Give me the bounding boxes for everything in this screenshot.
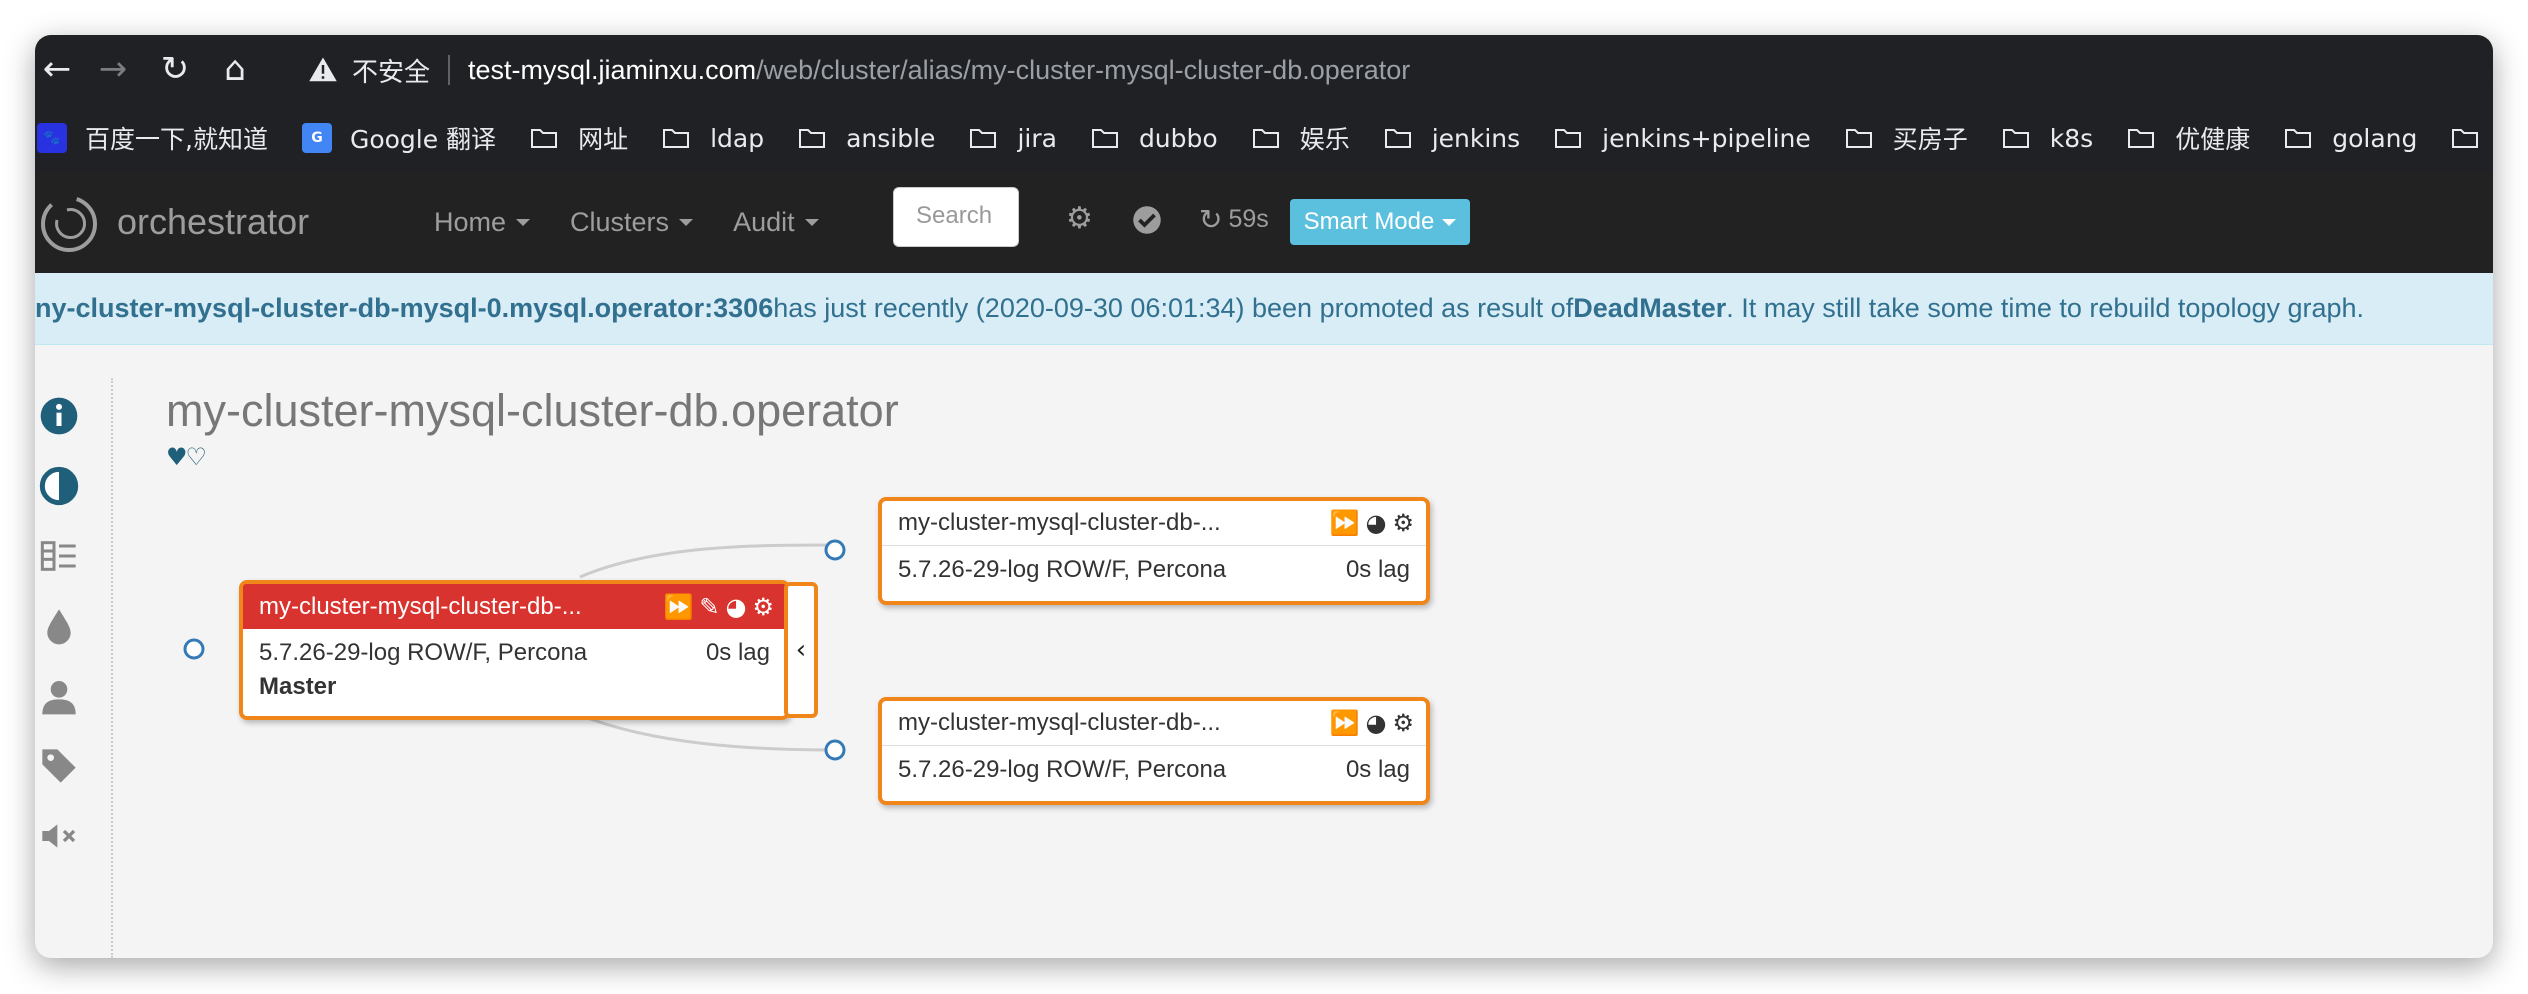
replica-node-version: 5.7.26-29-log ROW/F, Percona [898, 556, 1227, 583]
fast-forward-icon[interactable]: ⏩ [1330, 709, 1360, 737]
replica-2-connector-dot[interactable] [824, 739, 846, 761]
fast-forward-icon[interactable]: ⏩ [1330, 509, 1360, 537]
replica-node-name[interactable]: my-cluster-mysql-cluster-db-... [898, 509, 1221, 537]
replica-node-version: 5.7.26-29-log ROW/F, Percona [898, 756, 1227, 783]
master-node-version: 5.7.26-29-log ROW/F, Percona [259, 639, 588, 666]
replica-node-actions: ⏩ ◕ ⚙ [1324, 509, 1414, 537]
replica-1-connector-dot[interactable] [824, 539, 846, 561]
browser-window: ← → ↻ ⌂ 不安全 test-mysql.jiaminxu.com/web/… [35, 35, 2493, 958]
globe-icon[interactable]: ◕ [1366, 709, 1387, 737]
replica-node-lag: 0s lag [1345, 756, 1410, 783]
master-node-name[interactable]: my-cluster-mysql-cluster-db-... [259, 593, 582, 621]
master-node-actions: ⏩ ✎ ◕ ⚙ [658, 593, 774, 621]
fast-forward-icon[interactable]: ⏩ [664, 593, 694, 621]
gear-icon[interactable]: ⚙ [1392, 509, 1414, 537]
gear-icon[interactable]: ⚙ [752, 593, 774, 621]
replica-node-info: 5.7.26-29-log ROW/F, Percona 0s lag [882, 756, 1426, 784]
replica-node-lag: 0s lag [1345, 556, 1410, 583]
master-connector-dot[interactable] [183, 638, 205, 660]
replica-node-actions: ⏩ ◕ ⚙ [1324, 709, 1414, 737]
replica-node-header[interactable]: my-cluster-mysql-cluster-db-... ⏩ ◕ ⚙ [882, 701, 1426, 746]
pencil-icon[interactable]: ✎ [699, 593, 719, 621]
master-node-info: 5.7.26-29-log ROW/F, Percona 0s lag [243, 639, 786, 667]
gear-icon[interactable]: ⚙ [1392, 709, 1414, 737]
link-master-replica-2 [579, 713, 836, 752]
replica-node[interactable]: my-cluster-mysql-cluster-db-... ⏩ ◕ ⚙ 5.… [878, 497, 1430, 605]
globe-icon[interactable]: ◕ [1366, 509, 1387, 537]
replica-node[interactable]: my-cluster-mysql-cluster-db-... ⏩ ◕ ⚙ 5.… [878, 697, 1430, 805]
collapse-chevron-icon[interactable]: ‹ [784, 582, 818, 718]
master-node-lag: 0s lag [705, 639, 770, 666]
replica-node-name[interactable]: my-cluster-mysql-cluster-db-... [898, 709, 1221, 737]
master-node-role: Master [259, 673, 337, 700]
master-node[interactable]: my-cluster-mysql-cluster-db-... ⏩ ✎ ◕ ⚙ … [239, 580, 790, 720]
replica-node-info: 5.7.26-29-log ROW/F, Percona 0s lag [882, 556, 1426, 584]
master-node-header[interactable]: my-cluster-mysql-cluster-db-... ⏩ ✎ ◕ ⚙ [243, 584, 786, 629]
link-master-replica-1 [579, 543, 836, 579]
globe-icon[interactable]: ◕ [726, 593, 747, 621]
replica-node-header[interactable]: my-cluster-mysql-cluster-db-... ⏩ ◕ ⚙ [882, 501, 1426, 546]
